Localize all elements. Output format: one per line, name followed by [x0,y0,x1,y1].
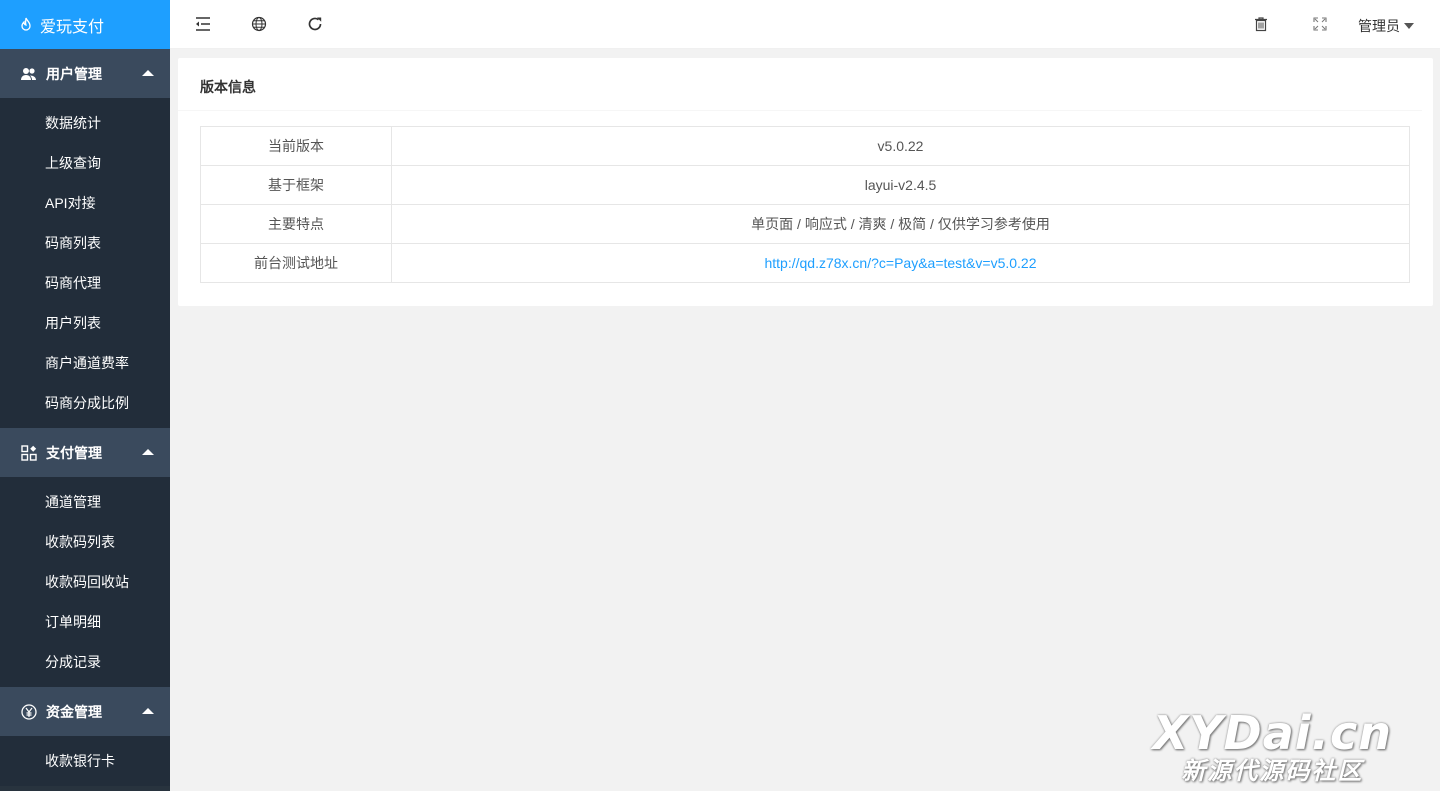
menu-group-header-funds[interactable]: 资金管理 [0,687,170,736]
app-logo[interactable]: 爱玩支付 [0,0,170,49]
table-row: 前台测试地址 http://qd.z78x.cn/?c=Pay&a=test&v… [200,243,1410,283]
sidebar-item-api[interactable]: API对接 [0,183,170,223]
sidebar-item-merchant-agent[interactable]: 码商代理 [0,263,170,303]
menu-group-label: 支付管理 [46,444,102,461]
row-key: 前台测试地址 [200,243,392,283]
yen-icon [20,703,38,721]
sidebar-item-order-detail[interactable]: 订单明细 [0,602,170,642]
row-key: 基于框架 [200,165,392,205]
app-title: 爱玩支付 [40,18,105,36]
user-menu[interactable]: 管理员 [1358,16,1414,36]
watermark: XYDai.cn 新源代源码社区 [1153,709,1392,785]
globe-icon[interactable] [250,15,268,33]
sidebar-item-data-stats[interactable]: 数据统计 [0,103,170,143]
sidebar-item-superior-query[interactable]: 上级查询 [0,143,170,183]
sidebar-item-bank-card[interactable]: 收款银行卡 [0,741,170,781]
sidebar-item-share-records[interactable]: 分成记录 [0,642,170,682]
menu-group-user: 用户管理 数据统计 上级查询 API对接 码商列表 码商代理 用户列表 商户通道… [0,49,170,428]
flame-icon [18,17,34,33]
version-info-table: 当前版本 v5.0.22 基于框架 layui-v2.4.5 主要特点 单页面 … [200,126,1410,283]
sidebar-item-share-ratio[interactable]: 码商分成比例 [0,383,170,423]
watermark-line1: XYDai.cn [1152,706,1392,760]
refresh-icon[interactable] [306,15,324,33]
trash-icon[interactable] [1252,15,1270,33]
menu-group-label: 资金管理 [46,703,102,720]
frontend-test-link[interactable]: http://qd.z78x.cn/?c=Pay&a=test&v=v5.0.2… [764,255,1036,271]
menu-group-label: 用户管理 [46,65,102,82]
sidebar-item-channel-manage[interactable]: 通道管理 [0,482,170,522]
row-key: 主要特点 [200,204,392,244]
caret-down-icon [1404,23,1414,29]
card-title: 版本信息 [178,58,1422,111]
sidebar-item-channel-rate[interactable]: 商户通道费率 [0,343,170,383]
menu-group-header-user[interactable]: 用户管理 [0,49,170,98]
version-info-card: 版本信息 当前版本 v5.0.22 基于框架 layui-v2.4.5 主要特点… [178,58,1433,306]
sidebar-item-qrcode-list[interactable]: 收款码列表 [0,522,170,562]
menu-fold-icon[interactable] [194,15,212,33]
menu-group-funds: 资金管理 收款银行卡 [0,687,170,786]
fullscreen-icon[interactable] [1311,15,1329,33]
table-row: 当前版本 v5.0.22 [200,126,1410,166]
caret-up-icon [142,708,154,714]
row-value: layui-v2.4.5 [391,165,1410,205]
caret-up-icon [142,449,154,455]
sidebar-item-qrcode-recycle[interactable]: 收款码回收站 [0,562,170,602]
sidebar-item-user-list[interactable]: 用户列表 [0,303,170,343]
apps-icon [20,444,38,462]
users-icon [20,65,38,83]
top-bar: 管理员 [170,0,1440,49]
menu-group-payment: 支付管理 通道管理 收款码列表 收款码回收站 订单明细 分成记录 [0,428,170,687]
sidebar: 爱玩支付 用户管理 数据统计 上级查询 API对接 码商列表 码商代理 用户列表… [0,0,170,791]
row-value: v5.0.22 [391,126,1410,166]
table-row: 主要特点 单页面 / 响应式 / 清爽 / 极简 / 仅供学习参考使用 [200,204,1410,244]
row-key: 当前版本 [200,126,392,166]
caret-up-icon [142,70,154,76]
sidebar-item-merchant-list[interactable]: 码商列表 [0,223,170,263]
table-row: 基于框架 layui-v2.4.5 [200,165,1410,205]
row-value: 单页面 / 响应式 / 清爽 / 极简 / 仅供学习参考使用 [391,204,1410,244]
menu-group-header-payment[interactable]: 支付管理 [0,428,170,477]
user-label: 管理员 [1358,18,1400,34]
row-value-cell: http://qd.z78x.cn/?c=Pay&a=test&v=v5.0.2… [391,243,1410,283]
watermark-line2: 新源代源码社区 [1181,757,1364,785]
